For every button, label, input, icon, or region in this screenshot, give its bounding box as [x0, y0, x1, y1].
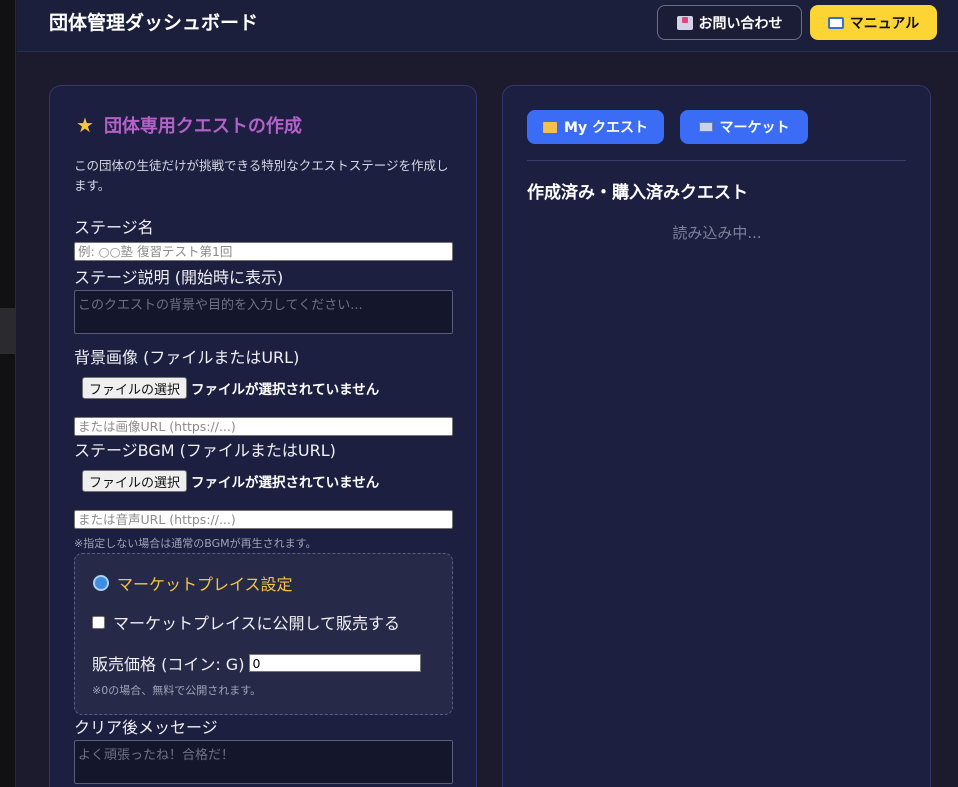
bg-file-button[interactable]: ファイルの選択: [82, 377, 188, 399]
stage-name-label: ステージ名: [74, 218, 154, 237]
marketplace-title: マーケットプレイス設定: [93, 571, 293, 595]
clear-msg-label: クリア後メッセージ: [74, 718, 218, 737]
stage-desc-label: ステージ説明 (開始時に表示): [74, 268, 284, 287]
quest-list-panel: My クエスト マーケット 作成済み・購入済みクエスト 読み込み中...: [502, 85, 931, 787]
monitor-icon: [698, 122, 713, 132]
clear-msg-textarea[interactable]: [74, 740, 453, 784]
tab-market[interactable]: マーケット: [680, 110, 808, 144]
bgm-file-status: ファイルが選択されていません: [191, 475, 380, 491]
bg-file-status: ファイルが選択されていません: [191, 382, 380, 398]
top-header: 団体管理ダッシュボード お問い合わせ マニュアル: [17, 0, 958, 52]
marketplace-settings: マーケットプレイス設定 マーケットプレイスに公開して販売する 販売価格 (コイン…: [74, 553, 453, 715]
publish-row[interactable]: マーケットプレイスに公開して販売する: [92, 610, 400, 634]
create-quest-panel: ★ 団体専用クエストの作成 この団体の生徒だけが挑戦できる特別なクエストステージ…: [49, 85, 477, 787]
stage-name-input[interactable]: [74, 242, 453, 261]
manual-button-label: マニュアル: [849, 15, 920, 32]
publish-label: マーケットプレイスに公開して販売する: [113, 614, 401, 633]
marketplace-title-text: マーケットプレイス設定: [117, 575, 293, 594]
bgm-file-button[interactable]: ファイルの選択: [82, 470, 188, 492]
globe-icon: [93, 575, 109, 591]
rail-active-item[interactable]: [0, 308, 16, 354]
book-icon: [827, 16, 844, 29]
star-icon: ★: [76, 113, 94, 137]
tab-market-label: マーケット: [719, 120, 790, 136]
create-quest-title-text: 団体専用クエストの作成: [103, 116, 302, 137]
bgm-url-input[interactable]: [74, 510, 453, 529]
bgm-file-picker: ファイルの選択 ファイルが選択されていません: [82, 470, 379, 492]
create-quest-title: ★ 団体専用クエストの作成: [76, 112, 302, 138]
bgm-note: ※指定しない場合は通常のBGMが再生されます。: [74, 537, 317, 550]
contact-button-label: お問い合わせ: [698, 15, 783, 32]
bg-file-picker: ファイルの選択 ファイルが選択されていません: [82, 377, 379, 399]
manual-button[interactable]: マニュアル: [810, 5, 937, 40]
price-input[interactable]: [249, 654, 422, 672]
price-row: 販売価格 (コイン: G): [92, 651, 422, 675]
publish-checkbox[interactable]: [92, 615, 105, 629]
tab-my-quest[interactable]: My クエスト: [527, 110, 664, 144]
create-quest-description: この団体の生徒だけが挑戦できる特別なクエストステージを作成します。: [74, 158, 449, 193]
left-rail: [0, 0, 16, 787]
quest-list-title: 作成済み・購入済みクエスト: [527, 183, 748, 203]
contact-button[interactable]: お問い合わせ: [657, 5, 802, 40]
page-title: 団体管理ダッシュボード: [49, 12, 259, 34]
bg-image-label: 背景画像 (ファイルまたはURL): [74, 348, 300, 367]
loading-text: 読み込み中...: [672, 224, 762, 242]
tab-my-quest-label: My クエスト: [564, 120, 648, 136]
price-label: 販売価格 (コイン: G): [92, 655, 245, 674]
bgm-label: ステージBGM (ファイルまたはURL): [74, 441, 336, 460]
stage-desc-textarea[interactable]: [74, 290, 453, 334]
folder-icon: [543, 121, 558, 133]
divider: [527, 160, 906, 161]
inbox-icon: [676, 15, 693, 30]
bg-url-input[interactable]: [74, 417, 453, 436]
price-note: ※0の場合、無料で公開されます。: [92, 684, 262, 697]
